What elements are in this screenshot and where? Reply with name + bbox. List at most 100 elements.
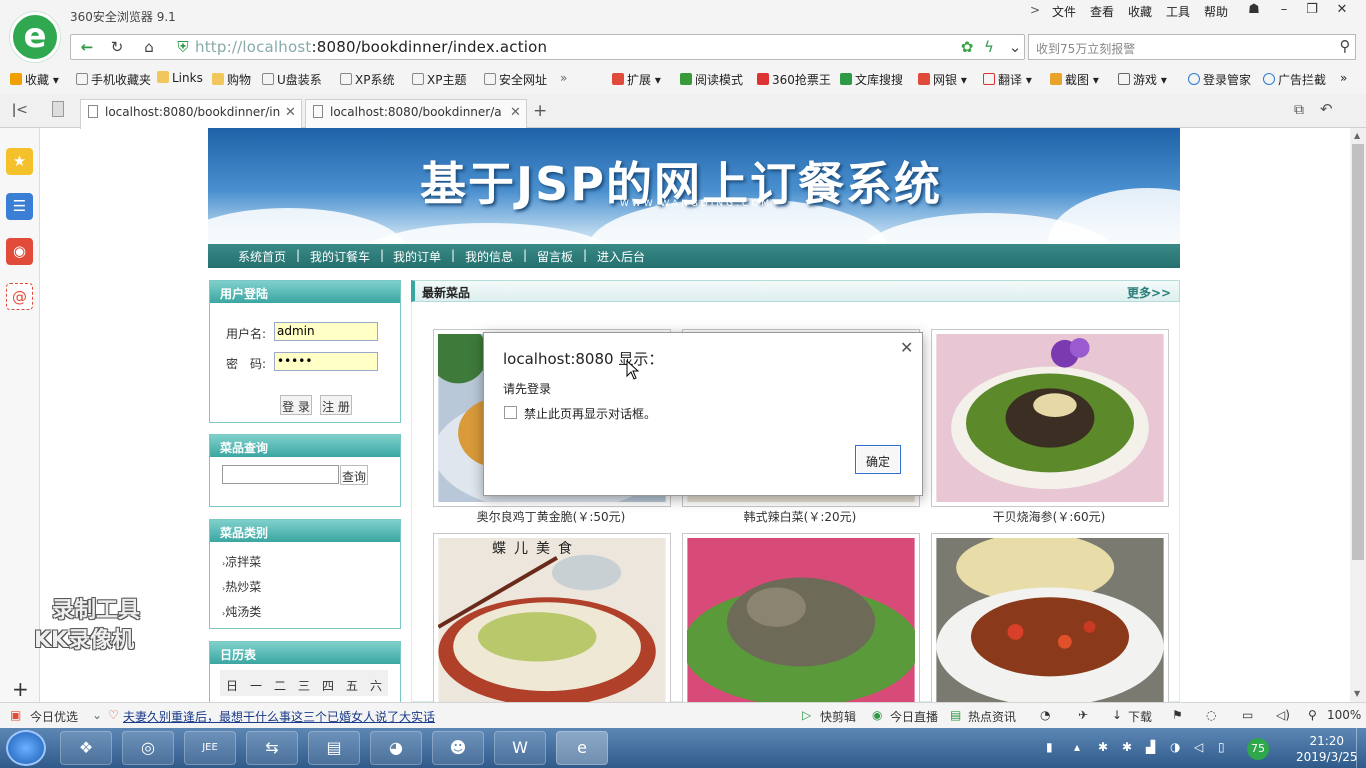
toolbar-screenshot[interactable]: 截图 ▾ bbox=[1050, 71, 1099, 88]
news-icon[interactable]: ☰ bbox=[6, 193, 33, 220]
bookmark-favorites[interactable]: 收藏 ▾ bbox=[10, 71, 59, 88]
system-clock[interactable]: 21:20 2019/3/25 bbox=[1296, 733, 1358, 765]
dish-card[interactable] bbox=[931, 329, 1169, 507]
toolbar-games[interactable]: 游戏 ▾ bbox=[1118, 71, 1167, 88]
chevron-right-icon[interactable]: > bbox=[1030, 3, 1040, 17]
menu-favorites[interactable]: 收藏 bbox=[1128, 3, 1152, 20]
skin-icon[interactable]: ☗ bbox=[1240, 2, 1268, 22]
explorer-icon[interactable]: ▤ bbox=[308, 731, 360, 765]
category-item[interactable]: ›热炒菜 bbox=[222, 578, 261, 595]
phone-icon[interactable] bbox=[52, 101, 64, 117]
bookmark-mobile[interactable]: 手机收藏夹 bbox=[76, 71, 151, 88]
toolbar-reader[interactable]: 阅读模式 bbox=[680, 71, 743, 88]
history-icon[interactable]: ◌ bbox=[1206, 708, 1216, 722]
toolbar-adblock[interactable]: 广告拦截 bbox=[1263, 71, 1326, 88]
device-icon[interactable]: ▯ bbox=[1218, 740, 1225, 754]
dish-name[interactable]: 干贝烧海参(￥:60元) bbox=[931, 508, 1167, 525]
toolbar-extensions[interactable]: 扩展 ▾ bbox=[612, 71, 661, 88]
scroll-down-icon[interactable]: ▼ bbox=[1354, 689, 1360, 698]
show-desktop-button[interactable] bbox=[1356, 728, 1366, 768]
nav-orders[interactable]: 我的订单 bbox=[393, 248, 441, 265]
suppress-dialog-checkbox[interactable] bbox=[504, 406, 517, 419]
maximize-button[interactable]: ❐ bbox=[1298, 2, 1326, 22]
mail-icon[interactable]: @ bbox=[6, 283, 33, 310]
dish-card[interactable] bbox=[931, 533, 1169, 707]
bookmark-usb[interactable]: U盘装系 bbox=[262, 71, 322, 88]
sidebar-toggle-icon[interactable]: ǀ< bbox=[12, 102, 28, 118]
new-tab-icon[interactable]: + bbox=[533, 101, 547, 121]
status-item[interactable]: 热点资讯 bbox=[968, 708, 1016, 725]
bookmark-xp-theme[interactable]: XP主题 bbox=[412, 71, 466, 88]
register-button[interactable]: 注 册 bbox=[320, 395, 352, 415]
toolbar-bank[interactable]: 网银 ▾ bbox=[918, 71, 967, 88]
speed-icon[interactable]: ϟ bbox=[978, 38, 1000, 56]
more-link[interactable]: 更多>> bbox=[1127, 284, 1171, 301]
nav-my-info[interactable]: 我的信息 bbox=[465, 248, 513, 265]
weibo-icon[interactable]: ◉ bbox=[6, 238, 33, 265]
home-icon[interactable]: ⌂ bbox=[138, 38, 160, 56]
news-headline[interactable]: 夫妻久别重逢后，最想干什么事这三个已婚女人说了大实话 bbox=[123, 708, 435, 725]
browser-logo-icon[interactable]: e bbox=[10, 12, 60, 62]
nav-admin[interactable]: 进入后台 bbox=[597, 248, 645, 265]
navicat-icon[interactable]: ☻ bbox=[432, 731, 484, 765]
url-text[interactable]: http://localhost:8080/bookdinner/index.a… bbox=[195, 38, 547, 56]
favorites-icon[interactable]: ★ bbox=[6, 148, 33, 175]
tab-close-icon[interactable]: ✕ bbox=[510, 105, 521, 120]
scrollbar-thumb[interactable] bbox=[1352, 144, 1364, 560]
toolbar-translate[interactable]: 翻译 ▾ bbox=[983, 71, 1032, 88]
status-item[interactable]: 今日直播 bbox=[890, 708, 938, 725]
taskbar-app-icon[interactable]: ❖ bbox=[60, 731, 112, 765]
volume-tray-icon[interactable]: ◁ bbox=[1194, 740, 1203, 754]
dialog-close-icon[interactable]: ✕ bbox=[900, 338, 913, 357]
news-label[interactable]: 今日优选 bbox=[30, 708, 78, 725]
more-bookmarks-icon[interactable]: » bbox=[560, 71, 567, 85]
toolbar-login-manager[interactable]: 登录管家 bbox=[1188, 71, 1251, 88]
nav-home[interactable]: 系统首页 bbox=[238, 248, 286, 265]
username-input[interactable]: admin bbox=[274, 322, 378, 341]
search-icon[interactable]: ⚲ bbox=[1334, 37, 1356, 55]
dish-name[interactable]: 奥尔良鸡丁黄金脆(￥:50元) bbox=[433, 508, 669, 525]
login-button[interactable]: 登 录 bbox=[280, 395, 312, 415]
tab-list-icon[interactable]: ⧉ bbox=[1294, 102, 1304, 118]
menu-tools[interactable]: 工具 bbox=[1166, 3, 1190, 20]
category-item[interactable]: ›凉拌菜 bbox=[222, 553, 261, 570]
ide-icon[interactable]: JEE bbox=[184, 731, 236, 765]
tab-admin[interactable]: localhost:8080/bookdinner/a bbox=[305, 99, 527, 128]
undo-close-icon[interactable]: ↶ bbox=[1320, 100, 1333, 118]
dish-search-button[interactable]: 查询 bbox=[340, 465, 368, 485]
nav-cart[interactable]: 我的订餐车 bbox=[310, 248, 370, 265]
flag-icon[interactable]: ⚑ bbox=[1172, 708, 1183, 722]
pin-icon[interactable]: ✈ bbox=[1078, 708, 1088, 722]
zoom-level[interactable]: 100% bbox=[1327, 708, 1361, 722]
refresh-icon[interactable]: ↻ bbox=[106, 38, 128, 56]
battery-icon[interactable]: ▮ bbox=[1046, 740, 1053, 754]
tray-expand-icon[interactable]: ▴ bbox=[1074, 740, 1080, 754]
menu-view[interactable]: 查看 bbox=[1090, 3, 1114, 20]
bookmark-xp[interactable]: XP系统 bbox=[340, 71, 394, 88]
start-button[interactable] bbox=[6, 730, 46, 766]
minimize-button[interactable]: – bbox=[1270, 2, 1298, 22]
green-app-icon[interactable]: ◕ bbox=[370, 731, 422, 765]
bookmark-safe-sites[interactable]: 安全网址 bbox=[484, 71, 547, 88]
teamviewer-icon[interactable]: ⇆ bbox=[246, 731, 298, 765]
browser-360-icon[interactable]: e bbox=[556, 731, 608, 765]
volume-icon[interactable]: ◁) bbox=[1276, 708, 1290, 722]
window-icon[interactable]: ▭ bbox=[1242, 708, 1253, 722]
back-icon[interactable]: ← bbox=[76, 38, 98, 56]
password-input[interactable]: ••••• bbox=[274, 352, 378, 371]
tray-app-icon[interactable]: ◑ bbox=[1170, 740, 1180, 754]
tab-index[interactable]: localhost:8080/bookdinner/in bbox=[80, 99, 302, 129]
suppress-dialog-label[interactable]: 禁止此页再显示对话框。 bbox=[524, 405, 656, 422]
tray-star-icon[interactable]: ✱ bbox=[1122, 740, 1132, 754]
dish-name[interactable]: 韩式辣白菜(￥:20元) bbox=[682, 508, 918, 525]
menu-help[interactable]: 帮助 bbox=[1204, 3, 1228, 20]
menu-file[interactable]: 文件 bbox=[1052, 3, 1076, 20]
network-icon[interactable]: ▟ bbox=[1146, 740, 1155, 754]
dialog-ok-button[interactable]: 确定 bbox=[855, 445, 901, 474]
dish-card[interactable] bbox=[682, 533, 920, 707]
nav-message-board[interactable]: 留言板 bbox=[537, 248, 573, 265]
bookmark-shopping[interactable]: 购物 bbox=[212, 71, 251, 88]
more-tools-icon[interactable]: » bbox=[1340, 71, 1347, 85]
chevron-down-icon[interactable]: ⌄ bbox=[1004, 38, 1026, 56]
wps-icon[interactable]: W bbox=[494, 731, 546, 765]
